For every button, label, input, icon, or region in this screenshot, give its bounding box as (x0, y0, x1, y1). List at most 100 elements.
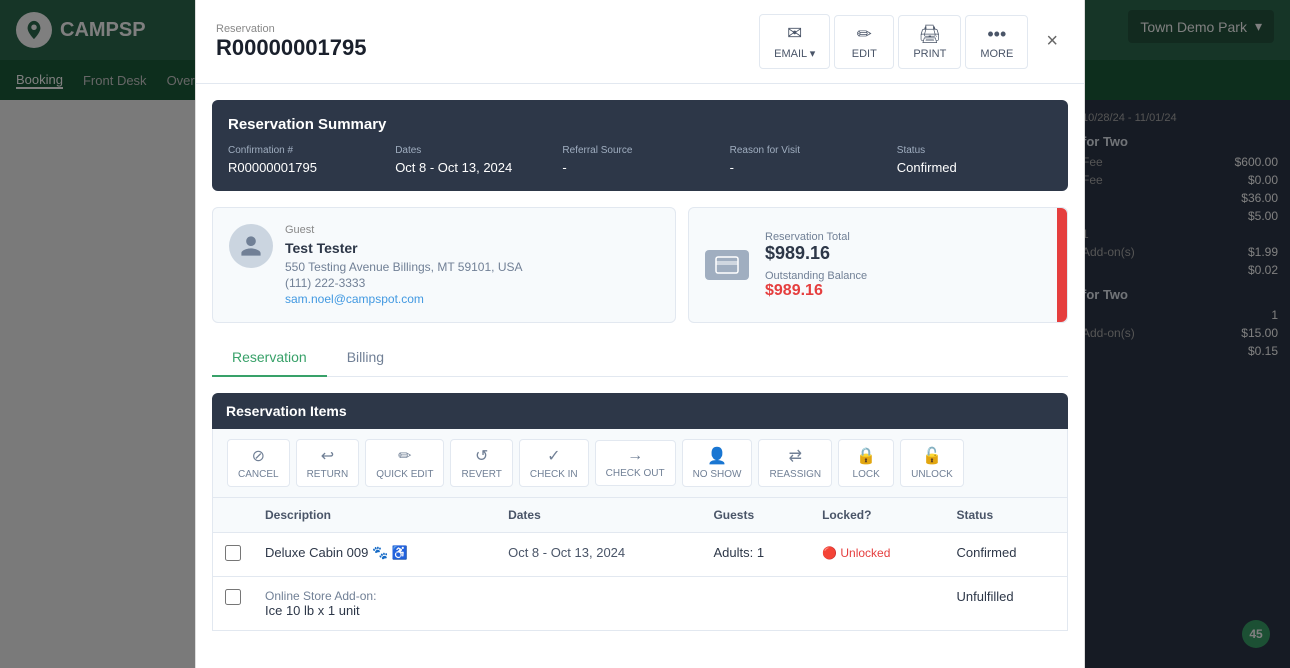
tab-reservation[interactable]: Reservation (212, 339, 327, 377)
payment-icon (705, 250, 749, 280)
red-bar (1057, 208, 1067, 322)
summary-confirmation: Confirmation # R00000001795 (228, 145, 383, 175)
row-2-dates (496, 577, 701, 631)
more-icon: ••• (987, 24, 1006, 45)
unlock-icon: 🔓 (922, 446, 942, 466)
check-in-action-button[interactable]: ✓ CHECK IN (519, 439, 589, 487)
status-confirmed: Confirmed (956, 545, 1016, 560)
summary-status: Status Confirmed (897, 145, 1052, 175)
quick-edit-action-label: QUICK EDIT (376, 469, 433, 480)
cancel-icon: ⊘ (252, 446, 265, 466)
guest-phone: (111) 222-3333 (285, 276, 523, 290)
guest-label: Guest (285, 224, 523, 236)
reassign-action-button[interactable]: ⇄ REASSIGN (758, 439, 832, 487)
cancel-action-label: CANCEL (238, 469, 279, 480)
cancel-action-button[interactable]: ⊘ CANCEL (227, 439, 290, 487)
row-1-checkbox[interactable] (225, 545, 241, 561)
more-button[interactable]: ••• MORE (965, 15, 1028, 69)
edit-label: EDIT (852, 48, 877, 60)
check-out-action-button[interactable]: → CHECK OUT (595, 440, 676, 486)
quick-edit-icon: ✏ (398, 446, 411, 466)
row-2-checkbox-cell[interactable] (213, 577, 254, 631)
col-checkbox (213, 498, 254, 533)
total-amount: $989.16 (765, 243, 867, 264)
summary-grid: Confirmation # R00000001795 Dates Oct 8 … (228, 145, 1052, 175)
reservation-summary: Reservation Summary Confirmation # R0000… (212, 100, 1068, 191)
dates-label: Dates (395, 145, 550, 156)
print-button[interactable]: 🖨 PRINT (898, 15, 961, 69)
row-2-description: Online Store Add-on: Ice 10 lb x 1 unit (253, 577, 496, 631)
guest-card: Guest Test Tester 550 Testing Avenue Bil… (212, 207, 676, 323)
table-row: Deluxe Cabin 009 🐾 ♿ Oct 8 - Oct 13, 202… (213, 533, 1068, 577)
row-1-description: Deluxe Cabin 009 🐾 ♿ (253, 533, 496, 577)
no-show-action-button[interactable]: 👤 NO SHOW (682, 439, 753, 487)
col-status: Status (944, 498, 1067, 533)
print-label: PRINT (913, 48, 946, 60)
row-2-checkbox[interactable] (225, 589, 241, 605)
confirmation-label: Confirmation # (228, 145, 383, 156)
reservation-modal: Reservation R00000001795 ✉ EMAIL ▾ ✏ EDI… (195, 0, 1085, 668)
check-out-icon: → (627, 447, 643, 465)
email-button[interactable]: ✉ EMAIL ▾ (759, 14, 830, 69)
unlock-action-label: UNLOCK (911, 469, 953, 480)
edit-icon: ✏ (857, 24, 872, 45)
revert-action-button[interactable]: ↺ REVERT (450, 439, 512, 487)
quick-edit-action-button[interactable]: ✏ QUICK EDIT (365, 439, 444, 487)
reservation-items-section: Reservation Items ⊘ CANCEL ↩ RETURN ✏ QU… (212, 393, 1068, 631)
summary-referral: Referral Source - (562, 145, 717, 175)
edit-button[interactable]: ✏ EDIT (834, 15, 894, 69)
return-action-button[interactable]: ↩ RETURN (296, 439, 360, 487)
check-in-action-label: CHECK IN (530, 469, 578, 480)
unlock-action-button[interactable]: 🔓 UNLOCK (900, 439, 964, 487)
check-out-action-label: CHECK OUT (606, 468, 665, 479)
col-dates: Dates (496, 498, 701, 533)
reservation-number: R00000001795 (216, 35, 366, 61)
reservation-label: Reservation (216, 23, 366, 35)
guest-address: 550 Testing Avenue Billings, MT 59101, U… (285, 260, 523, 274)
row-1-locked: 🔴 Unlocked (810, 533, 944, 577)
guest-name: Test Tester (285, 240, 523, 256)
col-guests: Guests (701, 498, 810, 533)
status-value: Confirmed (897, 160, 1052, 175)
summary-reason: Reason for Visit - (730, 145, 885, 175)
row-1-dates: Oct 8 - Oct 13, 2024 (496, 533, 701, 577)
row-2-guests (701, 577, 810, 631)
tabs-row: Reservation Billing (212, 339, 1068, 377)
referral-value: - (562, 160, 717, 175)
reservation-items-header: Reservation Items (212, 393, 1068, 429)
modal-header: Reservation R00000001795 ✉ EMAIL ▾ ✏ EDI… (196, 0, 1084, 84)
email-label: EMAIL ▾ (774, 47, 815, 60)
return-icon: ↩ (321, 446, 334, 466)
tab-billing[interactable]: Billing (327, 339, 404, 377)
totals-card: Reservation Total $989.16 Outstanding Ba… (688, 207, 1068, 323)
row-1-checkbox-cell[interactable] (213, 533, 254, 577)
check-in-icon: ✓ (547, 446, 560, 466)
items-table: Description Dates Guests Locked? Status … (212, 498, 1068, 631)
revert-action-label: REVERT (461, 469, 501, 480)
guest-email: sam.noel@campspot.com (285, 292, 523, 306)
return-action-label: RETURN (307, 469, 349, 480)
modal-header-actions: ✉ EMAIL ▾ ✏ EDIT 🖨 PRINT ••• MORE × (759, 14, 1064, 69)
reassign-action-label: REASSIGN (769, 469, 821, 480)
table-row: Online Store Add-on: Ice 10 lb x 1 unit … (213, 577, 1068, 631)
close-button[interactable]: × (1040, 24, 1064, 59)
total-label: Reservation Total (765, 231, 867, 243)
balance-amount: $989.16 (765, 282, 867, 300)
dates-value: Oct 8 - Oct 13, 2024 (395, 160, 550, 175)
unlocked-badge: 🔴 Unlocked (822, 546, 890, 560)
col-locked: Locked? (810, 498, 944, 533)
no-show-action-label: NO SHOW (693, 469, 742, 480)
status-label: Status (897, 145, 1052, 156)
summary-title: Reservation Summary (228, 116, 1052, 133)
balance-label: Outstanding Balance (765, 270, 867, 282)
more-label: MORE (980, 48, 1013, 60)
row-1-guests: Adults: 1 (701, 533, 810, 577)
totals-info: Reservation Total $989.16 Outstanding Ba… (765, 231, 867, 300)
lock-action-button[interactable]: 🔒 LOCK (838, 439, 894, 487)
reservation-items-actions: ⊘ CANCEL ↩ RETURN ✏ QUICK EDIT ↺ REVERT … (212, 429, 1068, 498)
row-1-status: Confirmed (944, 533, 1067, 577)
guest-info: Guest Test Tester 550 Testing Avenue Bil… (285, 224, 523, 306)
revert-icon: ↺ (475, 446, 488, 466)
cards-row: Guest Test Tester 550 Testing Avenue Bil… (212, 207, 1068, 323)
confirmation-value: R00000001795 (228, 160, 383, 175)
